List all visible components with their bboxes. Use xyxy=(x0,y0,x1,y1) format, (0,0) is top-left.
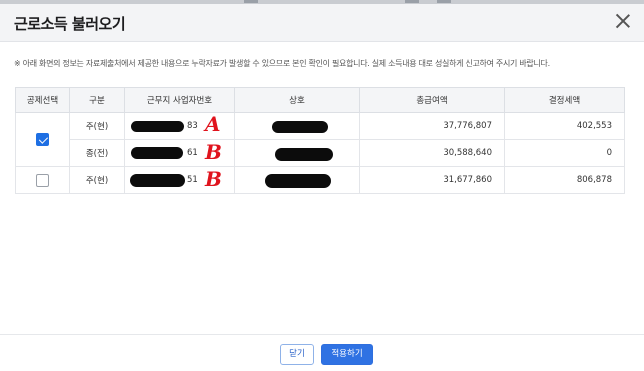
col-header-company: 상호 xyxy=(234,87,360,113)
top-strip-mark xyxy=(405,0,419,3)
redaction-scribble xyxy=(130,174,185,187)
company-cell xyxy=(234,166,360,194)
redaction-scribble xyxy=(275,148,333,161)
notice-text: ※ 아래 화면의 정보는 자료제출처에서 제공한 내용으로 누락자료가 발생할 … xyxy=(14,59,550,68)
apply-button[interactable]: 적용하기 xyxy=(321,344,373,365)
top-strip-mark xyxy=(437,0,451,3)
col-header-tax: 결정세액 xyxy=(504,87,625,113)
company-cell xyxy=(234,112,360,140)
gross-pay-cell: 30,588,640 xyxy=(359,139,505,167)
redaction-scribble xyxy=(272,121,328,133)
select-cell xyxy=(15,112,70,167)
select-checkbox-group-2[interactable] xyxy=(36,173,49,187)
col-header-business-number: 근무지 사업자번호 xyxy=(124,87,235,113)
tax-cell: 402,553 xyxy=(504,112,625,140)
top-strip-mark xyxy=(244,0,258,3)
business-number-cell: 83 A xyxy=(124,112,235,140)
table-row: 주(현) 51 B 31,677,860 806,878 xyxy=(15,166,625,194)
tax-cell: 0 xyxy=(504,139,625,167)
table-header-row: 공제선택 구분 근무지 사업자번호 상호 총급여액 결정세액 xyxy=(15,87,625,113)
select-checkbox-group-1[interactable] xyxy=(36,133,49,146)
income-table: 공제선택 구분 근무지 사업자번호 상호 총급여액 결정세액 주(현) 83 A… xyxy=(15,87,625,194)
select-cell xyxy=(15,166,70,194)
annotation-mark: A xyxy=(205,112,221,136)
business-number-cell: 51 B xyxy=(124,166,235,194)
type-cell: 종(전) xyxy=(69,139,125,167)
tax-cell: 806,878 xyxy=(504,166,625,194)
business-number-suffix: 83 xyxy=(187,121,198,131)
close-button[interactable]: 닫기 xyxy=(280,344,314,365)
business-number-cell: 61 B xyxy=(124,139,235,167)
business-number-suffix: 61 xyxy=(187,148,198,158)
table-row: 종(전) 61 B 30,588,640 0 xyxy=(16,139,625,167)
col-header-gross-pay: 총급여액 xyxy=(359,87,505,113)
company-cell xyxy=(234,139,360,167)
table-row: 주(현) 83 A 37,776,807 402,553 xyxy=(15,112,625,167)
type-cell: 주(현) xyxy=(69,166,125,194)
col-header-select: 공제선택 xyxy=(15,87,70,113)
dialog-title: 근로소득 불러오기 xyxy=(14,15,126,33)
annotation-mark: B xyxy=(205,140,222,164)
gross-pay-cell: 31,677,860 xyxy=(359,166,505,194)
business-number-suffix: 51 xyxy=(187,175,198,185)
close-icon[interactable] xyxy=(614,12,632,30)
redaction-scribble xyxy=(265,174,331,188)
dialog-header: 근로소득 불러오기 xyxy=(0,4,644,42)
type-cell: 주(현) xyxy=(69,112,125,140)
redaction-scribble xyxy=(131,121,184,132)
annotation-mark: B xyxy=(205,167,222,191)
gross-pay-cell: 37,776,807 xyxy=(359,112,505,140)
col-header-type: 구분 xyxy=(69,87,125,113)
redaction-scribble xyxy=(131,147,183,159)
